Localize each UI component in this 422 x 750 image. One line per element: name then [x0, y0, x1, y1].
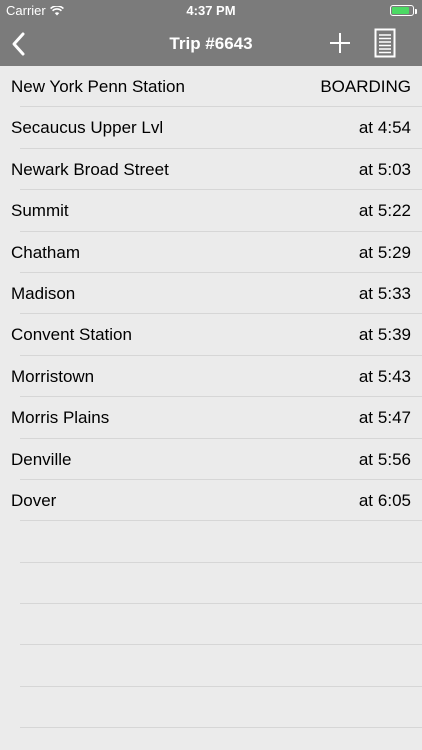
- stop-row[interactable]: New York Penn Station BOARDING: [0, 66, 422, 108]
- at-label: at: [358, 449, 373, 469]
- stop-row[interactable]: Newark Broad Street at 5:03: [0, 149, 422, 191]
- at-label: at: [358, 118, 373, 138]
- departure-time: 5:47: [377, 408, 411, 428]
- stop-row[interactable]: Madison at 5:33: [0, 273, 422, 315]
- departure-time: 5:39: [377, 325, 411, 345]
- empty-row: [0, 645, 422, 688]
- at-label: at: [358, 366, 373, 386]
- stop-row[interactable]: Dover at 6:05: [0, 480, 422, 522]
- empty-row: [0, 521, 422, 564]
- stop-row[interactable]: Morris Plains at 5:47: [0, 397, 422, 439]
- stop-row[interactable]: Chatham at 5:29: [0, 232, 422, 274]
- station-name: Morristown: [11, 366, 95, 386]
- station-name: Denville: [11, 449, 72, 469]
- empty-row: [0, 687, 422, 729]
- station-name: Secaucus Upper Lvl: [11, 118, 164, 138]
- status-bar: Carrier 4:37 PM: [0, 0, 422, 22]
- at-label: at: [358, 325, 373, 345]
- stop-row[interactable]: Summit at 5:22: [0, 190, 422, 232]
- at-label: at: [358, 242, 373, 262]
- departure-time: BOARDING: [320, 77, 411, 96]
- stop-row[interactable]: Denville at 5:56: [0, 439, 422, 481]
- departure-time: 6:05: [377, 490, 411, 510]
- document-icon[interactable]: [374, 28, 396, 58]
- empty-row: [0, 604, 422, 646]
- departure-time: 5:03: [377, 159, 411, 179]
- station-name: New York Penn Station: [11, 77, 185, 96]
- top-bar: Carrier 4:37 PM Trip #6643: [0, 0, 422, 66]
- departure-time: 5:56: [377, 449, 411, 469]
- page-title: Trip #6643: [169, 34, 253, 53]
- stop-row[interactable]: Convent Station at 5:39: [0, 314, 422, 357]
- departure-time: 5:33: [377, 283, 411, 303]
- plus-icon[interactable]: [328, 31, 352, 55]
- at-label: at: [358, 408, 373, 428]
- station-name: Morris Plains: [11, 408, 110, 428]
- stop-row[interactable]: Secaucus Upper Lvl at 4:54: [0, 107, 422, 150]
- navigation-bar: Trip #6643: [0, 22, 422, 66]
- empty-row: [0, 563, 422, 605]
- stop-list: New York Penn Station BOARDING Secaucus Up…: [0, 66, 422, 729]
- departure-time: 5:22: [377, 201, 411, 221]
- at-label: at: [358, 159, 373, 179]
- station-name: Newark Broad Street: [11, 159, 169, 179]
- battery-cap: [415, 9, 417, 14]
- departure-time: 5:43: [377, 366, 411, 386]
- at-label: at: [358, 201, 373, 221]
- departure-time: 5:29: [377, 242, 411, 262]
- station-name: Summit: [11, 201, 69, 221]
- battery-icon: [390, 5, 414, 16]
- station-name: Convent Station: [11, 325, 132, 345]
- station-name: Chatham: [11, 242, 80, 262]
- battery-level: [392, 7, 409, 14]
- station-name: Dover: [11, 490, 57, 510]
- at-label: at: [358, 283, 373, 303]
- at-label: at: [358, 490, 373, 510]
- stop-row[interactable]: Morristown at 5:43: [0, 356, 422, 398]
- status-time: 4:37 PM: [186, 3, 236, 18]
- departure-time: 4:54: [377, 118, 411, 138]
- station-name: Madison: [11, 283, 76, 303]
